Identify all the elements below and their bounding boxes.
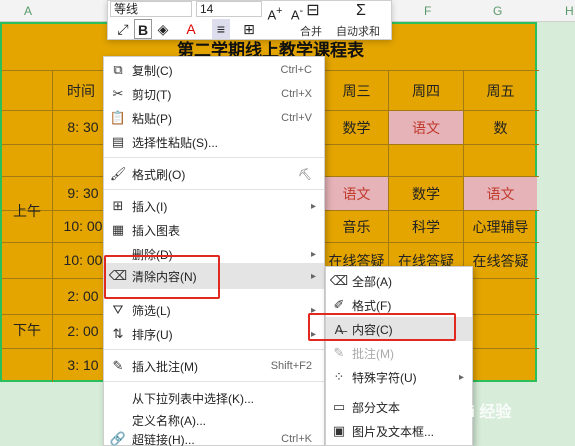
align-icon[interactable]: ≡ [212,19,230,39]
menu-item-format-painter[interactable]: 🖌 格式刷(O) ⛏ [104,161,324,187]
menu-item-insert-chart[interactable]: ▦ 插入图表 [104,217,324,243]
floating-format-toolbar: 等线 14 A+ A- ⤢ B ◈ A ≡ ⊞ ⊟ 合并 Σ 自动求和 [107,0,392,40]
column-header-g[interactable]: G [493,4,502,18]
time-cell[interactable]: 2: 00 [60,314,106,348]
chevron-right-icon: ▸ [310,200,316,212]
column-header-h[interactable]: H [565,4,574,18]
column-header-a[interactable]: A [24,4,32,18]
header-wed: 周三 [342,83,371,99]
menu-item-paste[interactable]: 📋 粘贴(P) Ctrl+V [104,105,324,131]
copy-icon: ⧉ [113,62,123,77]
submenu-item-clear-all[interactable]: ⌫ 全部(A) [326,269,472,293]
format-painter-icon: 🖌 [109,166,127,181]
merge-button[interactable]: 合并 [300,23,322,39]
menu-item-copy[interactable]: ⧉ 复制(C) Ctrl+C [104,57,324,83]
table-cell[interactable]: 语文 [325,177,388,210]
chevron-right-icon: ▸ [458,371,464,383]
menu-item-hyperlink[interactable]: 🔗 超链接(H)... Ctrl+K [104,431,324,446]
context-menu: ⧉ 复制(C) Ctrl+C ✂ 剪切(T) Ctrl+X 📋 粘贴(P) Ctrl+V ▤… [103,56,325,446]
cut-icon: ✂ [112,86,124,101]
increase-font-icon[interactable]: A+ [266,1,284,22]
menu-item-insert-comment[interactable]: ✎ 插入批注(M) Shift+F2 [104,353,324,379]
watermark: Bai 经验 [450,404,512,421]
afternoon-label: 下午 [13,322,41,338]
menu-item-filter[interactable]: ⛛ 筛选(L) ▸ [104,297,324,323]
border-icon[interactable]: ⊞ [240,19,258,39]
morning-label: 上午 [13,203,41,219]
format-painter-icon[interactable]: ⛏ [298,168,312,181]
time-cell[interactable]: 3: 10 [60,348,106,382]
highlight-content-option [308,313,456,341]
time-cell[interactable]: 10: 00 [60,242,106,278]
submenu-item-special-char[interactable]: ⁘ 特殊字符(U) ▸ [326,365,472,389]
highlight-clear-content [104,255,220,299]
table-cell[interactable]: 在线答疑 [464,243,537,278]
menu-item-insert[interactable]: ⊞ 插入(I) ▸ [104,193,324,219]
font-color-icon[interactable]: A [182,19,200,39]
menu-item-define-name[interactable]: 定义名称(A)... [104,407,324,433]
paste-icon: 📋 [109,110,127,125]
time-cell[interactable]: 2: 00 [60,278,106,314]
chevron-right-icon: ▸ [310,270,316,282]
image-textbox-icon: ▣ [332,423,346,438]
header-time: 时间 [67,83,95,99]
bold-icon[interactable]: B [134,19,152,39]
menu-item-paste-special[interactable]: ▤ 选择性粘贴(S)... [104,129,324,155]
merge-icon[interactable]: ⊟ [304,1,322,21]
clear-comment-icon: ✎ [333,345,345,360]
table-cell[interactable]: 音乐 [325,211,388,242]
filter-icon: ⛛ [112,302,124,317]
time-cell[interactable]: 10: 00 [60,210,106,242]
time-cell[interactable]: 8: 30 [60,110,106,144]
chevron-right-icon: ▸ [310,248,316,260]
paste-special-icon: ▤ [111,134,125,149]
fill-color-icon[interactable]: ◈ [154,19,172,39]
link-icon: 🔗 [109,431,127,446]
table-cell[interactable]: 数学 [389,177,463,210]
clear-all-icon: ⌫ [329,273,349,288]
table-cell[interactable]: 数 [464,111,537,144]
table-cell[interactable]: 心理辅导 [464,211,537,242]
chart-icon: ▦ [111,222,125,237]
insert-icon: ⊞ [112,198,124,213]
clear-format-icon: ✐ [333,297,345,312]
menu-item-cut[interactable]: ✂ 剪切(T) Ctrl+X [104,81,324,107]
table-cell[interactable]: 语文 [389,111,463,144]
time-cell[interactable]: 9: 30 [60,176,106,210]
table-cell[interactable]: 数学 [325,111,388,144]
wrap-icon[interactable]: ⤢ [114,19,132,39]
submenu-item-image-textbox[interactable]: ▣ 图片及文本框... [326,419,472,443]
header-fri: 周五 [486,83,515,99]
table-cell[interactable]: 语文 [464,177,537,210]
font-size-select[interactable]: 14 [196,1,262,17]
partial-text-icon: ▭ [332,399,346,414]
menu-item-sort[interactable]: ⇅ 排序(U) ▸ [104,321,324,347]
sort-icon: ⇅ [112,326,124,341]
header-thu: 周四 [412,83,440,99]
autosum-button[interactable]: 自动求和 [336,23,380,39]
column-header-f[interactable]: F [424,4,431,18]
font-name-select[interactable]: 等线 [110,1,192,17]
sum-icon[interactable]: Σ [352,1,370,21]
special-char-icon: ⁘ [333,369,345,384]
table-cell[interactable]: 科学 [389,211,463,242]
submenu-item-clear-comment[interactable]: ✎ 批注(M) [326,341,472,365]
comment-icon: ✎ [112,358,124,373]
